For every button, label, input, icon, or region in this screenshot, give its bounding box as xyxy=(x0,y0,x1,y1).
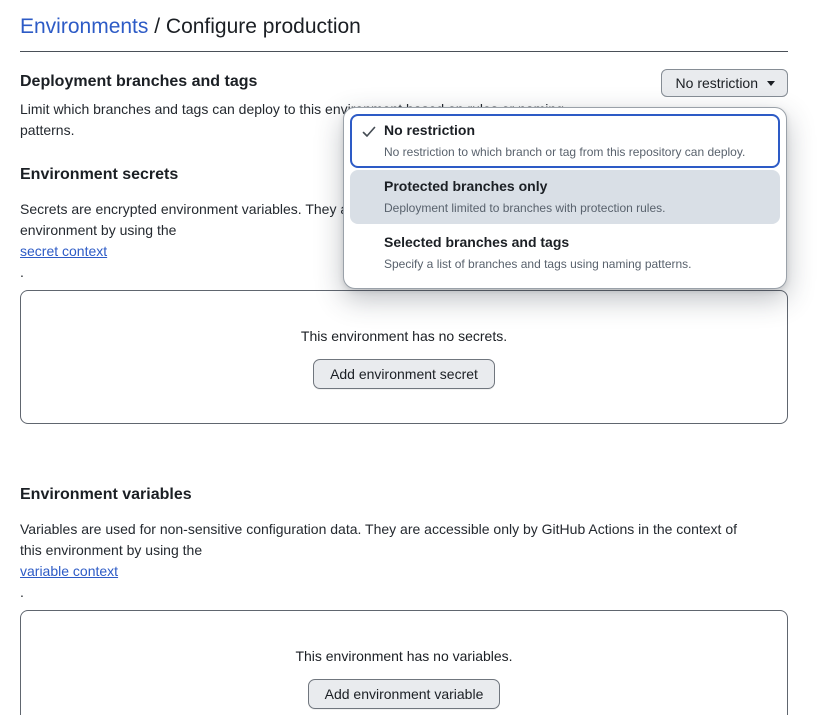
chevron-down-icon xyxy=(767,81,775,86)
page-header: Environments / Configure production xyxy=(20,0,788,52)
add-environment-variable-button[interactable]: Add environment variable xyxy=(308,679,501,709)
variables-desc-line2: this environment by using the variable c… xyxy=(20,540,788,603)
variables-desc-line2-text: this environment by using the xyxy=(20,540,788,561)
secrets-empty-box: This environment has no secrets. Add env… xyxy=(20,290,788,424)
menu-item-description: Specify a list of branches and tags usin… xyxy=(384,257,770,272)
environment-variables-heading: Environment variables xyxy=(20,485,788,505)
environment-settings-page: Environments / Configure production Depl… xyxy=(0,0,830,715)
menu-item-no-restriction[interactable]: No restriction No restriction to which b… xyxy=(350,114,780,168)
add-environment-secret-button[interactable]: Add environment secret xyxy=(313,359,495,389)
menu-item-title: Selected branches and tags xyxy=(384,234,770,251)
deployment-branches-heading: Deployment branches and tags xyxy=(20,72,564,92)
branch-restriction-selected-value: No restriction xyxy=(676,75,758,91)
menu-item-protected-branches-only[interactable]: Protected branches only Deployment limit… xyxy=(350,170,780,224)
menu-item-title: Protected branches only xyxy=(384,178,770,195)
variables-empty-box: This environment has no variables. Add e… xyxy=(20,610,788,715)
menu-item-description: No restriction to which branch or tag fr… xyxy=(384,145,770,160)
branch-restriction-select-button[interactable]: No restriction xyxy=(661,69,788,97)
page-title: Environments / Configure production xyxy=(20,13,788,40)
menu-item-title: No restriction xyxy=(384,122,770,139)
menu-item-selected-branches-and-tags[interactable]: Selected branches and tags Specify a lis… xyxy=(350,226,780,280)
variables-desc-line2-period: . xyxy=(20,582,788,603)
environment-variables-description: Variables are used for non-sensitive con… xyxy=(20,519,788,603)
secret-context-link[interactable]: secret context xyxy=(20,243,107,259)
secrets-empty-text: This environment has no secrets. xyxy=(301,328,507,344)
variable-context-link[interactable]: variable context xyxy=(20,563,118,579)
check-icon xyxy=(361,124,377,140)
menu-item-description: Deployment limited to branches with prot… xyxy=(384,201,770,216)
variables-empty-text: This environment has no variables. xyxy=(295,648,512,664)
branch-restriction-dropdown-menu: No restriction No restriction to which b… xyxy=(343,107,787,289)
breadcrumb-separator: / xyxy=(148,15,166,38)
breadcrumb-current: Configure production xyxy=(166,15,361,38)
variables-desc-line1: Variables are used for non-sensitive con… xyxy=(20,519,788,540)
breadcrumb-environments-link[interactable]: Environments xyxy=(20,15,148,38)
